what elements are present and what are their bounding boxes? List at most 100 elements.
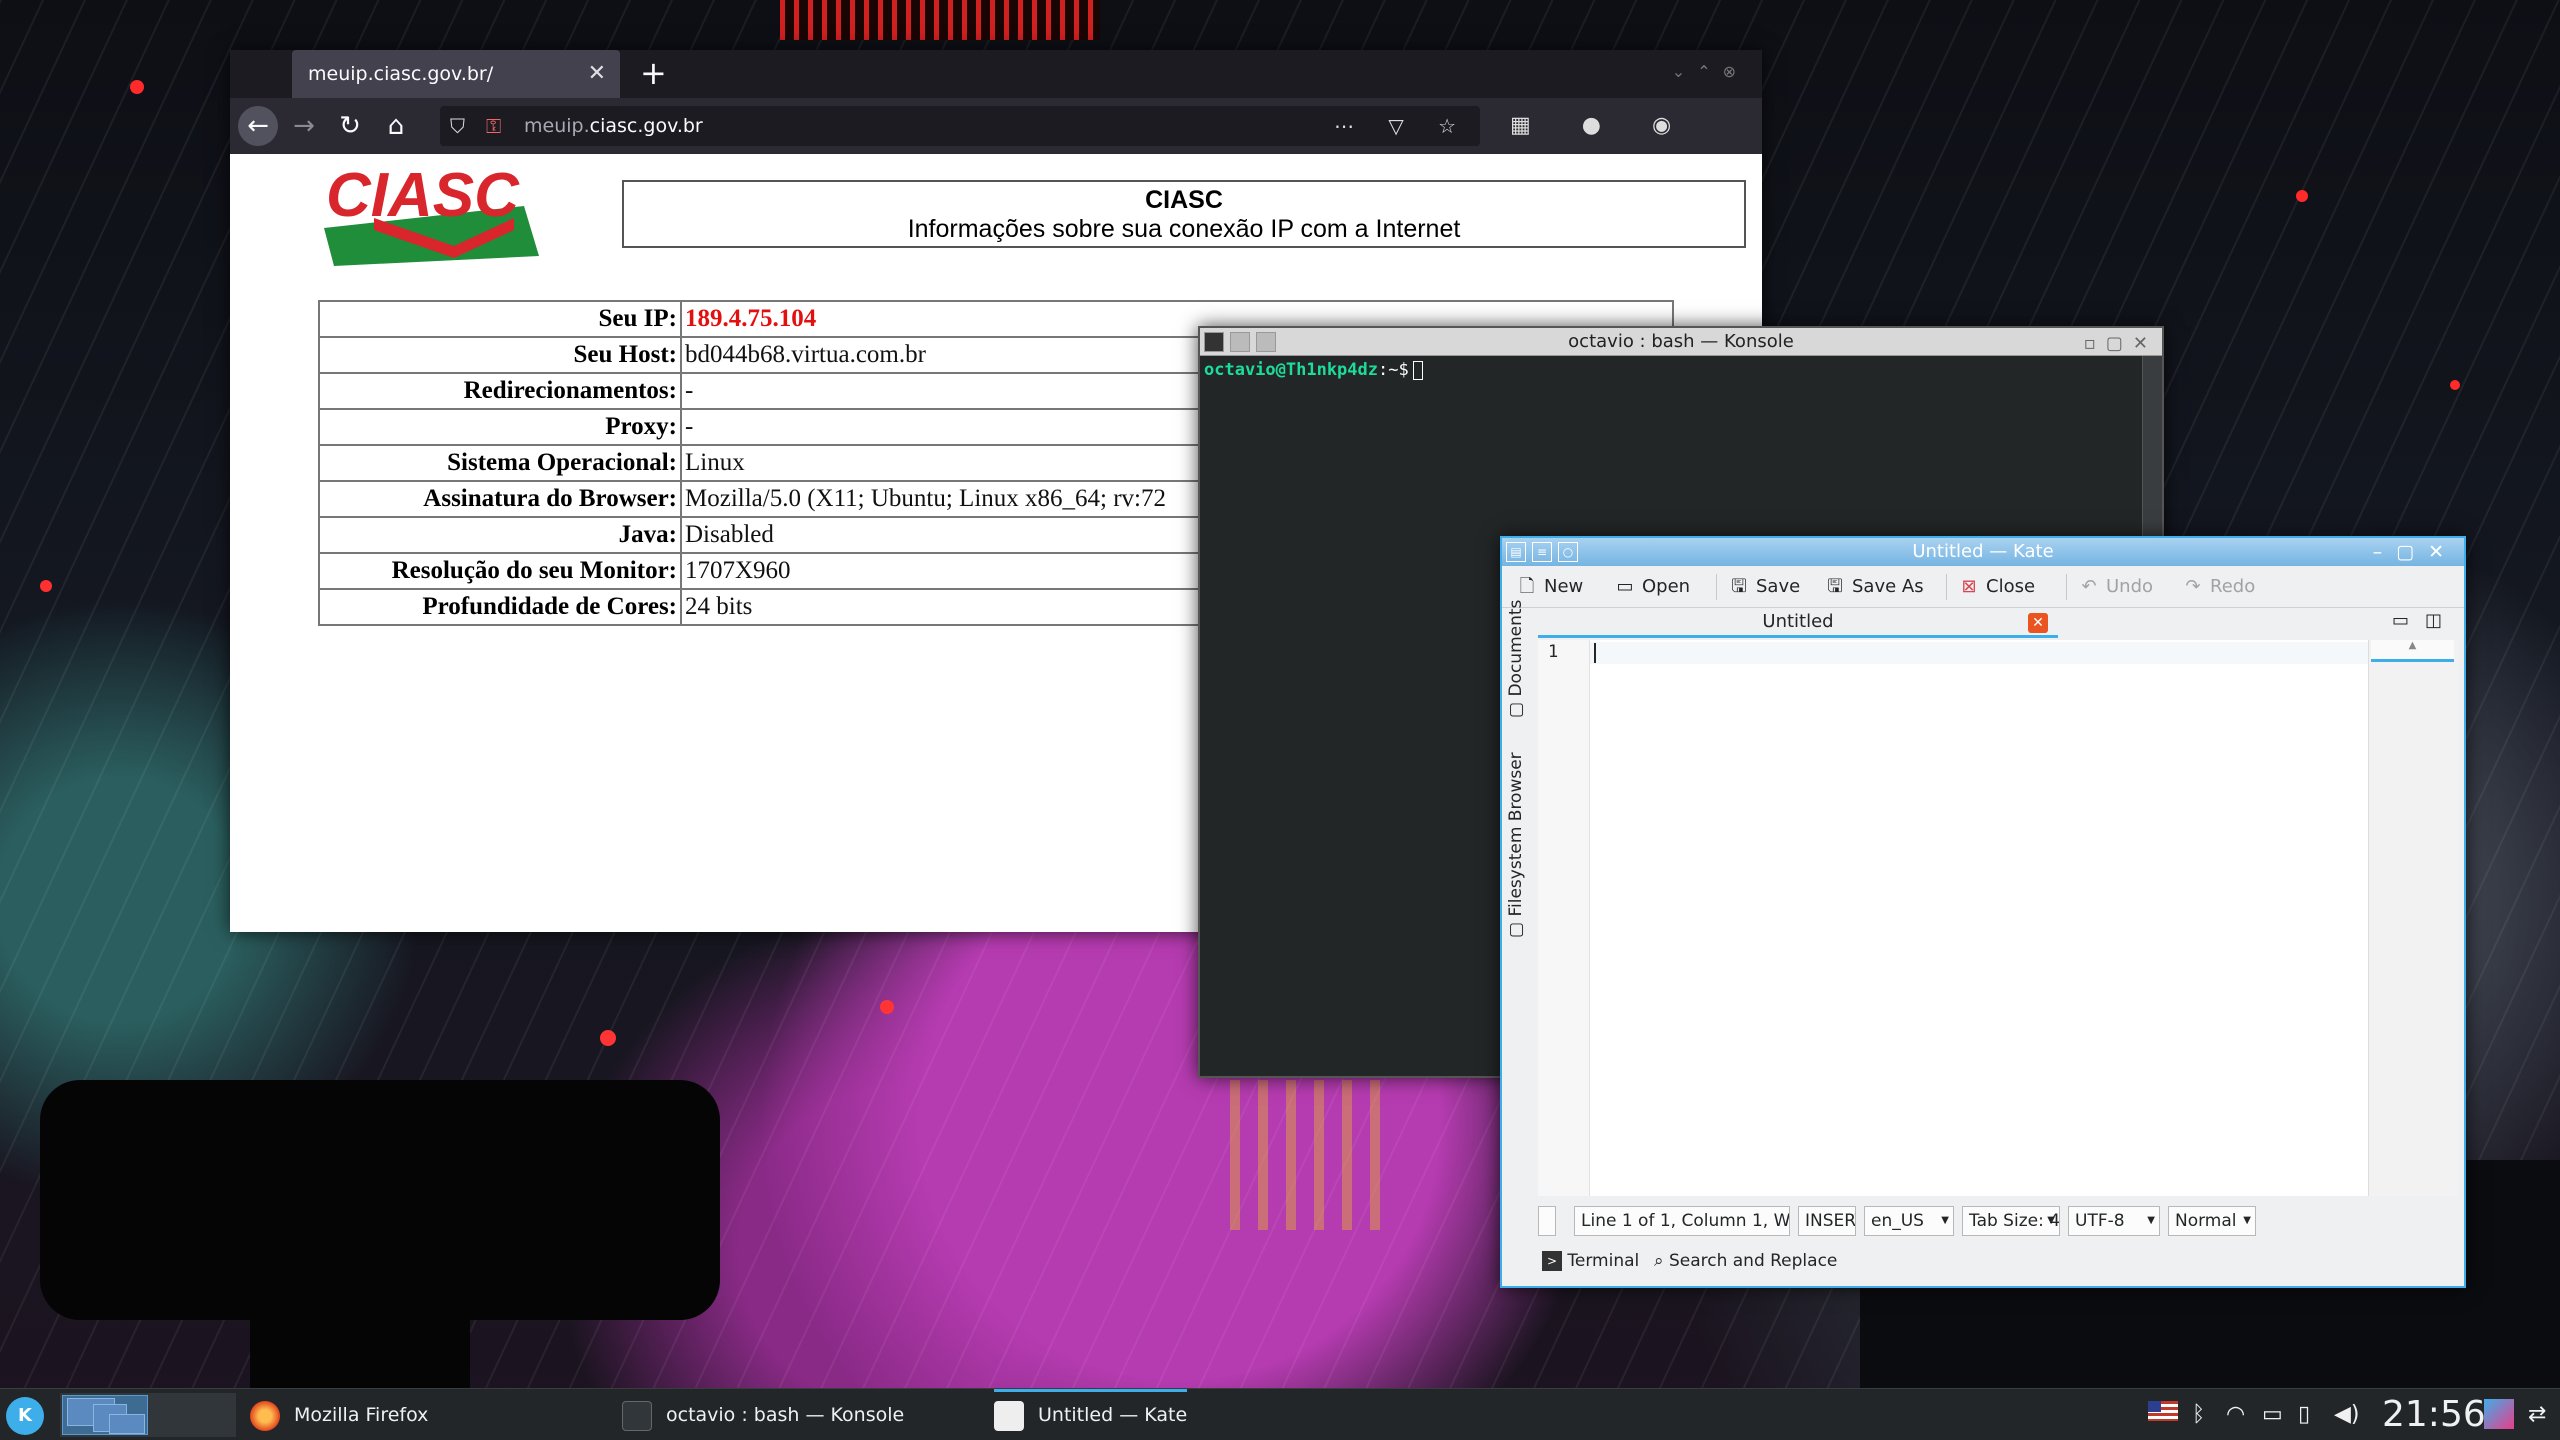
dictionary-value: en_US (1871, 1211, 1924, 1231)
sidebar-tab-filesystem[interactable]: ▢ Filesystem Browser (1506, 752, 1526, 938)
cursor-position[interactable]: Line 1 of 1, Column 1, Words 0/0, Chars … (1574, 1206, 1790, 1236)
open-button[interactable]: ▭ Open (1614, 572, 1690, 602)
keyboard-layout-flag-icon[interactable] (2148, 1401, 2178, 1429)
new-tab-icon[interactable]: + (640, 54, 667, 92)
kate-window-controls[interactable]: –▢✕ (2373, 538, 2458, 566)
document-tab-bar: Untitled ✕ ▭◫ (1538, 608, 2464, 638)
wifi-icon[interactable]: ◠ (2226, 1401, 2245, 1429)
task-konsole[interactable]: octavio : bash — Konsole (622, 1389, 904, 1440)
page-header: CIASC Informações sobre sua conexão IP c… (622, 180, 1746, 248)
current-line-highlight (1590, 642, 2368, 664)
search-replace-tool-button[interactable]: ⌕ Search and Replace (1654, 1246, 1837, 1276)
save-button[interactable]: 🖫 Save (1728, 572, 1800, 602)
row-label: Sistema Operacional: (318, 444, 682, 482)
chevron-down-icon: ▼ (2243, 1215, 2251, 1226)
volume-icon[interactable]: ◀) (2334, 1401, 2360, 1429)
terminal-label: Terminal (1567, 1251, 1640, 1271)
new-button[interactable]: 🗋 New (1516, 572, 1584, 602)
page-title: CIASC (1145, 186, 1223, 214)
application-launcher-icon[interactable]: K (6, 1397, 44, 1435)
clipboard-icon[interactable]: ▯ (2298, 1401, 2310, 1429)
pager-desktop-active[interactable] (62, 1395, 148, 1435)
kate-titlebar[interactable]: ▤ ≡ ○ Untitled — Kate –▢✕ (1502, 538, 2464, 566)
clock[interactable]: 21:56 (2382, 1391, 2486, 1439)
kate-title: Untitled — Kate (1912, 541, 2054, 562)
status-mode-indicator[interactable] (1538, 1206, 1556, 1236)
close-button[interactable]: ⊠ Close (1958, 572, 2035, 602)
input-mode[interactable]: INSERT (1798, 1206, 1856, 1236)
terminal-tool-button[interactable]: > Terminal (1542, 1246, 1639, 1276)
page-actions[interactable]: ⋯ ▽ ☆ (1334, 106, 1470, 146)
url-subdomain: meuip. (524, 115, 590, 137)
tracking-shield-icon[interactable]: ⛉ (450, 106, 465, 146)
document-tab[interactable]: Untitled ✕ (1538, 608, 2058, 638)
tab-close-icon[interactable]: ✕ (588, 50, 606, 98)
konsole-titlebar[interactable]: octavio : bash — Konsole ▫▢✕ (1200, 328, 2162, 356)
ciasc-logo: CIASC (324, 161, 539, 266)
color-picker-icon[interactable] (2484, 1399, 2514, 1429)
save-as-button[interactable]: 🖫 Save As (1824, 572, 1924, 602)
kate-app-icon[interactable]: ▤ (1506, 542, 1526, 562)
dictionary-select[interactable]: en_US ▼ (1864, 1206, 1954, 1236)
search-replace-label: Search and Replace (1668, 1251, 1838, 1271)
task-firefox[interactable]: Mozilla Firefox (250, 1389, 428, 1440)
row-label: Redirecionamentos: (318, 372, 682, 410)
url-host: ciasc.gov.br (589, 115, 703, 137)
chevron-down-icon: ▼ (2147, 1215, 2155, 1226)
encoding-value: UTF-8 (2075, 1211, 2125, 1231)
row-label: Resolução do seu Monitor: (318, 552, 682, 590)
terminal-icon[interactable] (1204, 332, 1224, 352)
tab-bar-actions[interactable]: ▭◫ (2392, 610, 2458, 631)
sidebar-tab-documents[interactable]: ▢ Documents (1506, 600, 1526, 718)
terminal-cursor (1412, 360, 1423, 380)
konsole-window-controls[interactable]: ▫▢✕ (2084, 330, 2158, 358)
undo-button[interactable]: ↶ Undo (2078, 572, 2153, 602)
editor-area[interactable]: 1 ▲ (1538, 640, 2458, 1196)
battery-icon[interactable]: ▭ (2262, 1401, 2283, 1429)
pager-window-thumb (109, 1414, 145, 1434)
scroll-up-icon[interactable]: ▲ (2371, 640, 2454, 662)
home-icon[interactable]: ⌂ (376, 106, 416, 146)
konsole-icon (622, 1400, 652, 1431)
browser-tab[interactable]: meuip.ciasc.gov.br/ ✕ (292, 50, 620, 98)
row-label: Java: (318, 516, 682, 554)
text-caret (1594, 643, 1596, 663)
open-label: Open (1642, 576, 1691, 597)
row-label: Profundidade de Cores: (318, 588, 682, 626)
search-icon: ⌕ (1654, 1251, 1664, 1271)
toolbar-separator (1716, 574, 1717, 600)
panel-settings-icon[interactable]: ⇄ (2528, 1401, 2546, 1429)
prompt-user-host: octavio@Th1nkp4dz (1204, 360, 1378, 380)
reload-icon[interactable]: ↻ (330, 106, 370, 146)
firefox-nav-bar: ← → ↻ ⌂ ⛉ ⚿ meuip.ciasc.gov.br ⋯ ▽ ☆ ▦ ●… (230, 98, 1762, 178)
toolbar-separator (1946, 574, 1947, 600)
window-menu-icon[interactable] (1230, 332, 1250, 352)
text-area[interactable] (1590, 640, 2368, 1196)
bluetooth-icon[interactable]: ᛒ (2192, 1401, 2205, 1429)
line-number-gutter: 1 (1538, 640, 1590, 1196)
close-document-icon: ⊠ (1961, 576, 1977, 597)
back-icon[interactable]: ← (238, 106, 278, 146)
close-tab-icon[interactable]: ✕ (2028, 613, 2048, 633)
minimap-scrollbar[interactable]: ▲ (2368, 640, 2458, 1196)
prompt-symbol: :~$ (1378, 360, 1409, 380)
keep-above-icon[interactable] (1256, 332, 1276, 352)
chevron-down-icon: ▼ (2047, 1215, 2055, 1226)
tab-size-select[interactable]: Tab Size: 4 ▼ (1962, 1206, 2060, 1236)
url-bar[interactable]: ⛉ ⚿ meuip.ciasc.gov.br ⋯ ▽ ☆ (440, 106, 1480, 146)
window-menu-icon[interactable]: ≡ (1532, 542, 1552, 562)
syntax-mode-select[interactable]: Normal ▼ (2168, 1206, 2256, 1236)
keep-above-icon[interactable]: ○ (1558, 542, 1578, 562)
new-document-icon: 🗋 (1519, 576, 1535, 597)
window-controls[interactable]: ⌄⌃⊗ (1672, 62, 1748, 81)
save-as-label: Save As (1852, 576, 1924, 597)
task-kate[interactable]: Untitled — Kate (994, 1389, 1188, 1440)
insecure-connection-icon[interactable]: ⚿ (486, 106, 501, 146)
virtual-desktop-pager[interactable] (60, 1393, 236, 1437)
kate-sidebar: ▢ Documents ▢ Filesystem Browser (1502, 600, 1538, 1218)
encoding-select[interactable]: UTF-8 ▼ (2068, 1206, 2160, 1236)
forward-icon[interactable]: → (284, 106, 324, 146)
toolbar-separator (2066, 574, 2067, 600)
redo-button[interactable]: ↷ Redo (2182, 572, 2255, 602)
taskbar: K Mozilla Firefox octavio : bash — Konso… (0, 1388, 2560, 1440)
